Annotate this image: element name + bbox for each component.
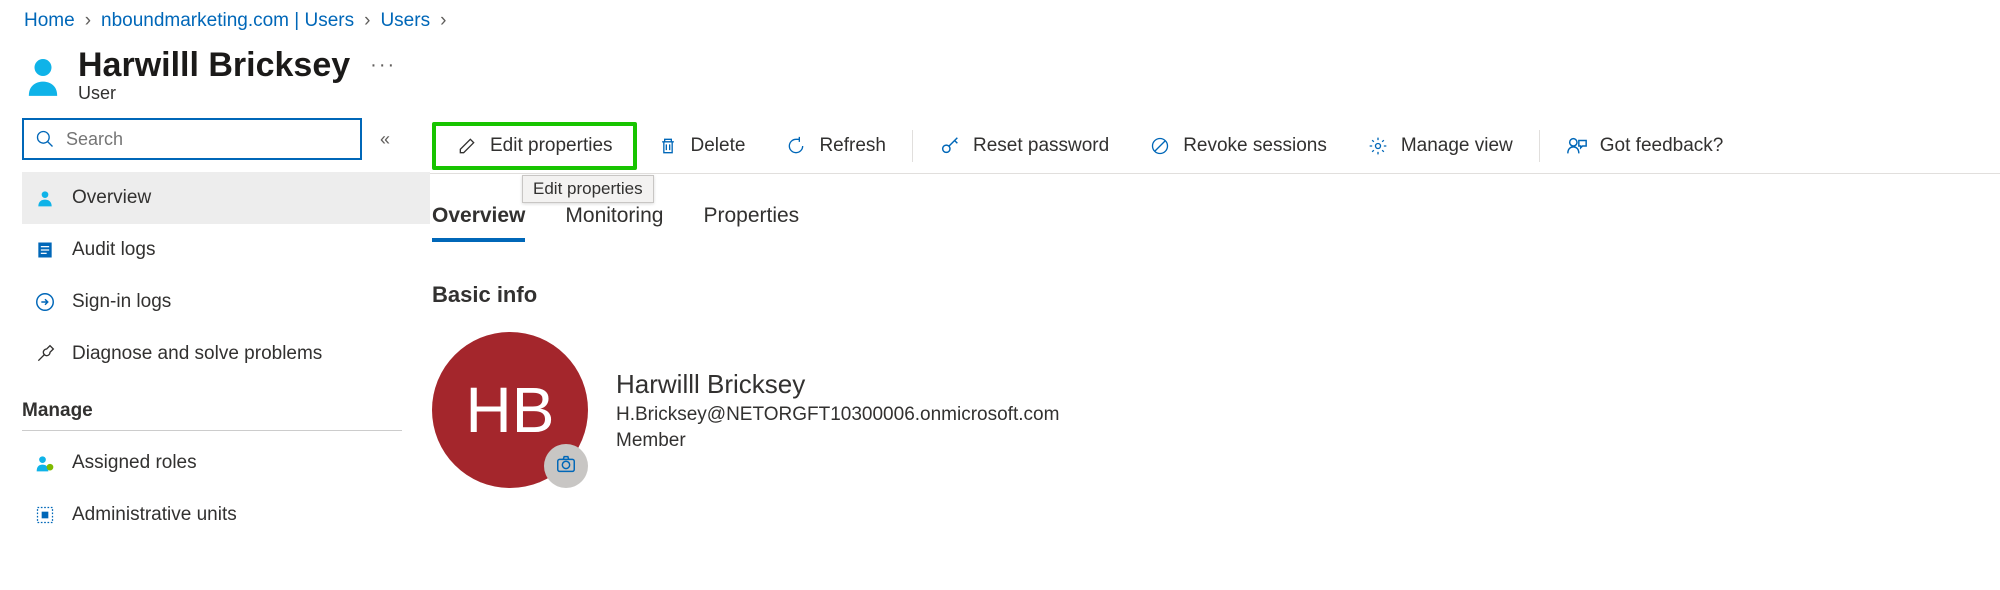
sidebar-item-diagnose[interactable]: Diagnose and solve problems <box>22 328 430 380</box>
toolbar-divider <box>912 130 913 162</box>
search-input[interactable] <box>66 129 350 150</box>
button-label: Reset password <box>973 135 1109 157</box>
collapse-sidebar-button[interactable]: « <box>380 129 390 150</box>
user-display-name: Harwilll Bricksey <box>616 369 1059 400</box>
signin-icon <box>34 291 56 313</box>
breadcrumb: Home › nboundmarketing.com | Users › Use… <box>0 0 2000 38</box>
tooltip-edit-properties: Edit properties <box>522 175 654 203</box>
breadcrumb-link-home[interactable]: Home <box>24 10 75 32</box>
sidebar-item-label: Assigned roles <box>72 452 197 474</box>
button-label: Refresh <box>819 135 886 157</box>
chevron-right-icon: › <box>85 10 91 32</box>
button-label: Revoke sessions <box>1183 135 1327 157</box>
search-box[interactable] <box>22 118 362 160</box>
toolbar-divider <box>1539 130 1540 162</box>
camera-icon <box>555 453 577 480</box>
button-label: Got feedback? <box>1600 135 1724 157</box>
avatar-wrap: HB <box>432 332 588 488</box>
feedback-icon <box>1566 135 1588 157</box>
manage-view-button[interactable]: Manage view <box>1347 126 1533 166</box>
sidebar-section-manage: Manage <box>22 386 402 431</box>
feedback-button[interactable]: Got feedback? <box>1546 126 1744 166</box>
reset-password-button[interactable]: Reset password <box>919 126 1129 166</box>
user-email: H.Bricksey@NETORGFT10300006.onmicrosoft.… <box>616 404 1059 426</box>
sidebar-item-label: Administrative units <box>72 504 237 526</box>
gear-icon <box>1367 135 1389 157</box>
user-icon <box>24 54 62 96</box>
button-label: Delete <box>691 135 746 157</box>
refresh-icon <box>785 135 807 157</box>
more-actions-button[interactable]: ··· <box>370 54 396 77</box>
trash-icon <box>657 135 679 157</box>
button-label: Edit properties <box>490 135 613 157</box>
page-header: Harwilll Bricksey ··· User <box>0 38 2000 118</box>
breadcrumb-link-users[interactable]: Users <box>380 10 430 32</box>
sidebar-item-label: Sign-in logs <box>72 291 171 313</box>
tab-monitoring[interactable]: Monitoring <box>565 204 663 242</box>
sidebar-item-audit-logs[interactable]: Audit logs <box>22 224 430 276</box>
delete-button[interactable]: Delete <box>637 126 766 166</box>
sidebar-item-signin-logs[interactable]: Sign-in logs <box>22 276 430 328</box>
revoke-sessions-button[interactable]: Revoke sessions <box>1129 126 1347 166</box>
sidebar-item-admin-units[interactable]: Administrative units <box>22 489 430 541</box>
sidebar-item-label: Overview <box>72 187 151 209</box>
sidebar: « Overview Audit logs Sign-in logs <box>0 118 430 541</box>
page-subtitle: User <box>78 83 396 104</box>
refresh-button[interactable]: Refresh <box>765 126 906 166</box>
sidebar-item-assigned-roles[interactable]: Assigned roles <box>22 437 430 489</box>
key-icon <box>939 135 961 157</box>
pencil-icon <box>456 135 478 157</box>
tab-overview[interactable]: Overview <box>432 204 525 242</box>
sidebar-item-label: Diagnose and solve problems <box>72 343 322 365</box>
main-content: Edit properties Delete Refresh Reset pas <box>430 118 2000 488</box>
block-icon <box>1149 135 1171 157</box>
basic-info-block: HB Harwilll Bricksey H.Bricksey@NETORGFT… <box>432 332 2000 488</box>
user-role-icon <box>34 452 56 474</box>
edit-properties-button[interactable]: Edit properties <box>432 122 637 170</box>
toolbar: Edit properties Delete Refresh Reset pas <box>430 118 2000 174</box>
change-photo-button[interactable] <box>544 444 588 488</box>
chevron-right-icon: › <box>440 10 446 32</box>
log-icon <box>34 239 56 261</box>
button-label: Manage view <box>1401 135 1513 157</box>
user-icon <box>34 187 56 209</box>
user-role: Member <box>616 430 1059 452</box>
tab-bar: Overview Monitoring Properties <box>430 174 2000 242</box>
page-title: Harwilll Bricksey <box>78 46 350 85</box>
admin-units-icon <box>34 504 56 526</box>
sidebar-item-overview[interactable]: Overview <box>22 172 430 224</box>
tab-properties[interactable]: Properties <box>703 204 799 242</box>
wrench-icon <box>34 343 56 365</box>
chevron-right-icon: › <box>364 10 370 32</box>
section-basic-info-title: Basic info <box>432 282 2000 308</box>
breadcrumb-link-directory-users[interactable]: nboundmarketing.com | Users <box>101 10 354 32</box>
search-icon <box>34 128 56 150</box>
sidebar-item-label: Audit logs <box>72 239 155 261</box>
